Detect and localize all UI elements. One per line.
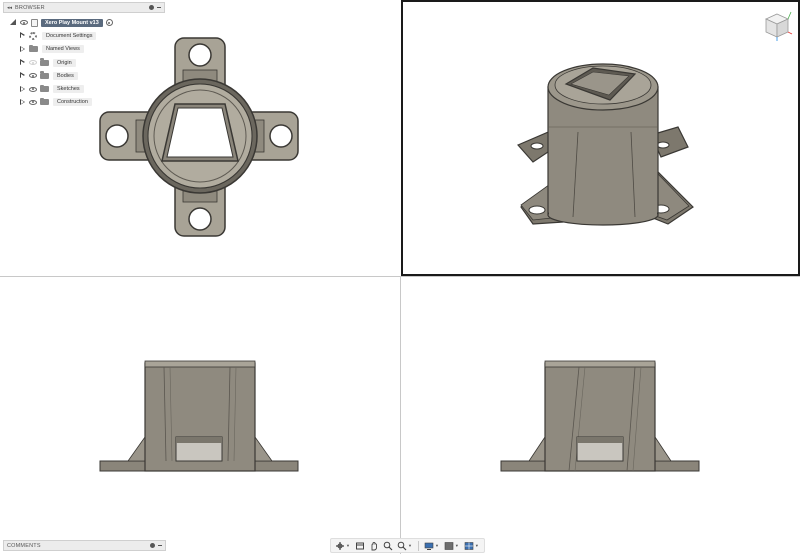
expand-icon[interactable] xyxy=(20,59,26,66)
add-comment-icon[interactable] xyxy=(150,543,155,548)
model-right-view xyxy=(500,360,700,472)
zoom-fit-icon[interactable] xyxy=(382,540,394,552)
browser-panel: ◂◂ BROWSER Xero Play Mount v13 Document … xyxy=(3,2,165,109)
minimize-icon[interactable] xyxy=(158,545,162,546)
eye-hidden-icon[interactable] xyxy=(29,60,37,66)
orbit-icon[interactable] xyxy=(334,540,346,552)
eye-icon[interactable] xyxy=(29,99,37,105)
folder-icon xyxy=(40,97,49,106)
caret-down-icon[interactable]: ▼ xyxy=(346,543,350,548)
browser-header[interactable]: ◂◂ BROWSER xyxy=(3,2,165,13)
browser-tree: Xero Play Mount v13 Document Settings Na… xyxy=(3,13,165,109)
pan-icon[interactable] xyxy=(368,540,380,552)
folder-icon xyxy=(40,84,49,93)
toolbar-divider xyxy=(417,540,419,551)
tree-item-named-views[interactable]: Named Views xyxy=(3,43,165,56)
tree-item-document-settings[interactable]: Document Settings xyxy=(3,29,165,42)
view-cube-icon[interactable] xyxy=(760,8,794,42)
eye-icon[interactable] xyxy=(29,86,37,92)
model-isometric-view xyxy=(517,63,694,226)
pin-icon[interactable] xyxy=(149,5,154,10)
root-component-label: Xero Play Mount v13 xyxy=(41,18,103,27)
tree-item-origin[interactable]: Origin xyxy=(3,56,165,69)
expand-icon[interactable] xyxy=(20,72,26,79)
caret-down-icon[interactable]: ▼ xyxy=(455,543,459,548)
navigation-toolbar: ▼ ▼ ▼ ▼ ▼ xyxy=(330,538,485,553)
expand-icon[interactable] xyxy=(20,32,26,39)
caret-down-icon[interactable]: ▼ xyxy=(435,543,439,548)
browser-title: BROWSER xyxy=(15,4,45,11)
comments-title: COMMENTS xyxy=(7,542,41,549)
folder-icon xyxy=(29,44,38,53)
tree-item-sketches[interactable]: Sketches xyxy=(3,82,165,95)
tree-item-label: Document Settings xyxy=(42,31,97,40)
eye-icon[interactable] xyxy=(29,73,37,79)
viewport-front[interactable] xyxy=(0,277,400,554)
eye-icon[interactable] xyxy=(20,20,28,26)
component-icon xyxy=(31,18,38,27)
viewport-divider-vertical[interactable] xyxy=(400,276,401,554)
caret-down-icon[interactable]: ▼ xyxy=(408,543,412,548)
expand-icon[interactable] xyxy=(20,45,26,53)
gear-icon xyxy=(29,31,37,40)
minimize-icon[interactable] xyxy=(157,7,161,8)
comments-panel: COMMENTS xyxy=(3,540,166,551)
tree-item-label: Origin xyxy=(53,58,76,67)
folder-icon xyxy=(40,71,49,79)
look-at-icon[interactable] xyxy=(354,540,366,552)
tree-root[interactable]: Xero Play Mount v13 xyxy=(3,16,165,29)
expand-icon[interactable] xyxy=(20,98,26,106)
tree-item-label: Named Views xyxy=(42,45,84,54)
activate-radio-icon[interactable] xyxy=(105,19,113,27)
tree-item-label: Construction xyxy=(53,98,92,107)
comments-header[interactable]: COMMENTS xyxy=(3,540,166,551)
tree-item-label: Bodies xyxy=(53,71,78,80)
folder-icon xyxy=(40,58,49,66)
viewport-right[interactable] xyxy=(401,277,800,554)
model-front-view xyxy=(99,360,299,472)
tree-item-bodies[interactable]: Bodies xyxy=(3,69,165,82)
expand-down-icon[interactable] xyxy=(10,19,17,26)
fusion-workspace: ◂◂ BROWSER Xero Play Mount v13 Document … xyxy=(0,0,800,554)
display-mode-icon[interactable] xyxy=(423,540,435,552)
grid-icon[interactable] xyxy=(443,540,455,552)
tree-item-construction[interactable]: Construction xyxy=(3,96,165,109)
viewports-icon[interactable] xyxy=(463,540,475,552)
viewport-isometric[interactable] xyxy=(401,0,800,276)
zoom-window-icon[interactable] xyxy=(396,540,408,552)
collapse-icon[interactable]: ◂◂ xyxy=(7,5,12,11)
expand-icon[interactable] xyxy=(20,85,26,93)
viewport-top[interactable]: ◂◂ BROWSER Xero Play Mount v13 Document … xyxy=(0,0,400,276)
tree-item-label: Sketches xyxy=(53,85,84,94)
caret-down-icon[interactable]: ▼ xyxy=(475,543,479,548)
